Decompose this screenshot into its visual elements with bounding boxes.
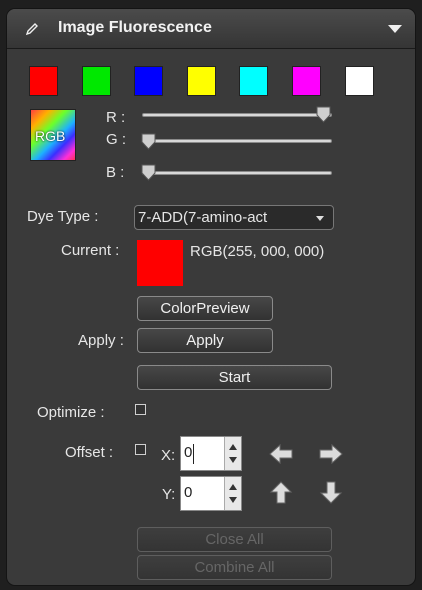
offset-y-label: Y: (162, 486, 176, 503)
panel-header[interactable]: Image Fluorescence (7, 9, 415, 49)
arrow-up-icon[interactable] (266, 479, 296, 505)
swatch-red[interactable] (29, 66, 58, 96)
swatch-magenta[interactable] (292, 66, 321, 96)
arrow-down-icon[interactable] (316, 479, 346, 505)
optimize-checkbox[interactable] (135, 404, 146, 415)
offset-x-spinbox[interactable]: 0 (180, 436, 242, 471)
image-fluorescence-panel: Image Fluorescence RGB R : G : B : Dye T… (6, 8, 416, 586)
b-slider-thumb[interactable] (141, 164, 156, 181)
r-slider-thumb[interactable] (316, 106, 331, 123)
stepper-down-icon[interactable] (229, 457, 237, 463)
offset-y-value: 0 (184, 484, 193, 501)
panel-title: Image Fluorescence (58, 19, 212, 36)
g-slider-track[interactable] (142, 139, 332, 143)
swatch-blue[interactable] (134, 66, 164, 96)
offset-label: Offset : (65, 444, 114, 461)
offset-x-label: X: (161, 447, 176, 464)
pen-icon (25, 23, 38, 36)
close-all-button[interactable]: Close All (137, 527, 332, 552)
arrow-left-icon[interactable] (266, 441, 296, 467)
current-color-swatch (137, 240, 183, 286)
r-slider-track[interactable] (142, 113, 332, 117)
stepper-up-icon[interactable] (229, 484, 237, 490)
optimize-label: Optimize : (37, 404, 105, 421)
arrow-right-icon[interactable] (316, 441, 346, 467)
text-cursor (193, 444, 194, 464)
offset-y-stepper[interactable] (224, 477, 241, 510)
g-label: G : (106, 131, 127, 148)
rgb-icon-label: RGB (35, 128, 66, 144)
swatch-white[interactable] (344, 66, 374, 96)
color-preview-button[interactable]: ColorPreview (137, 296, 273, 321)
dye-type-value: 7-ADD(7-amino-act (138, 209, 268, 226)
b-label: B : (106, 164, 125, 181)
swatch-green[interactable] (81, 66, 111, 96)
current-rgb-text: RGB(255, 000, 000) (190, 243, 325, 260)
apply-label: Apply : (78, 332, 124, 349)
chevron-down-icon (316, 216, 324, 221)
b-slider-track[interactable] (142, 171, 332, 175)
triangle-down-icon[interactable] (388, 25, 402, 33)
stepper-down-icon[interactable] (229, 497, 237, 503)
offset-checkbox[interactable] (135, 444, 146, 455)
offset-x-value: 0 (184, 444, 193, 461)
start-button[interactable]: Start (137, 365, 332, 390)
stepper-up-icon[interactable] (229, 444, 237, 450)
r-label: R : (106, 109, 126, 126)
current-label: Current : (61, 242, 120, 259)
combine-all-button[interactable]: Combine All (137, 555, 332, 580)
swatch-yellow[interactable] (186, 66, 216, 96)
swatch-cyan[interactable] (239, 66, 269, 96)
offset-x-stepper[interactable] (224, 437, 241, 470)
g-slider-thumb[interactable] (141, 133, 156, 150)
offset-y-spinbox[interactable]: 0 (180, 476, 242, 511)
dye-type-select[interactable]: 7-ADD(7-amino-act (134, 205, 334, 230)
rgb-spectrum-icon[interactable]: RGB (30, 109, 76, 161)
dye-type-label: Dye Type : (27, 208, 99, 225)
apply-button[interactable]: Apply (137, 328, 273, 353)
